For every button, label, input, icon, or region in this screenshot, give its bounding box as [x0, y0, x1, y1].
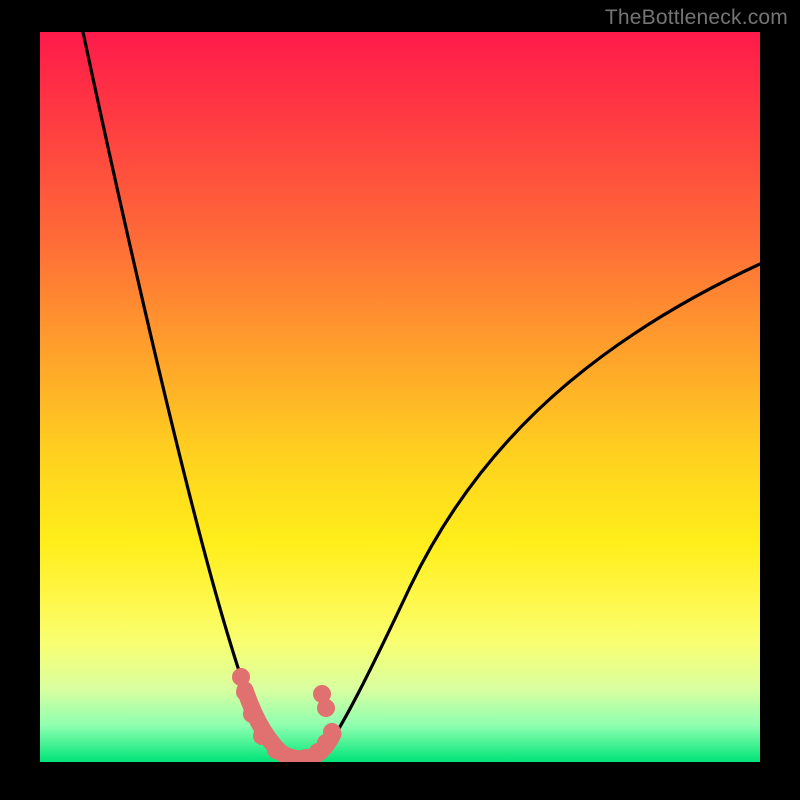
chart-svg	[40, 32, 760, 762]
plot-area	[40, 32, 760, 762]
chart-frame: TheBottleneck.com	[0, 0, 800, 800]
marker-cluster	[233, 669, 341, 763]
left-curve	[83, 32, 302, 762]
watermark-text: TheBottleneck.com	[605, 6, 788, 30]
right-curve	[302, 264, 760, 762]
